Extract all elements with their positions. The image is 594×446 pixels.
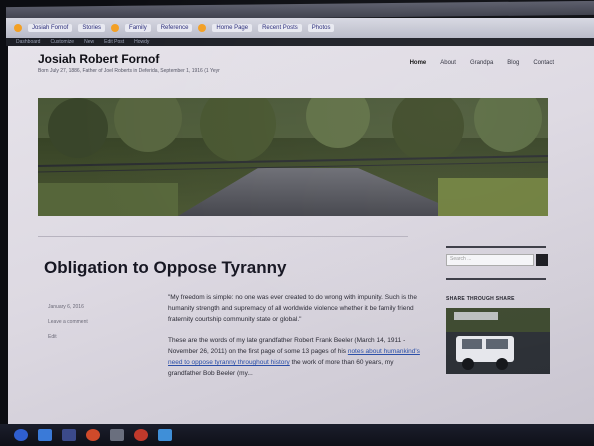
site-title[interactable]: Josiah Robert Fornof <box>38 52 159 66</box>
sidebar-divider <box>446 246 546 248</box>
nav-item-home[interactable]: Home <box>410 60 427 66</box>
search-button[interactable] <box>536 254 548 266</box>
sidebar-divider <box>446 278 546 280</box>
bookmark-item[interactable]: Photos <box>307 24 335 32</box>
bookmark-item[interactable]: Home Page <box>212 24 253 32</box>
admin-bar-item[interactable]: Edit Post <box>104 39 124 45</box>
post-meta: January 6, 2016 Leave a comment Edit <box>48 304 118 349</box>
bookmarks-bar: Josiah Fornof Stories Family Reference H… <box>6 18 594 38</box>
nav-item-contact[interactable]: Contact <box>533 60 554 66</box>
admin-bar-item[interactable]: New <box>84 39 94 45</box>
bookmark-item[interactable]: Stories <box>78 24 106 32</box>
divider <box>38 236 408 237</box>
post-quote: "My freedom is simple: no one was ever c… <box>168 294 417 323</box>
start-icon[interactable] <box>14 429 28 441</box>
nav-item-blog[interactable]: Blog <box>507 60 519 66</box>
media-icon[interactable] <box>134 429 148 441</box>
web-page: Josiah Robert Fornof Born July 27, 1886,… <box>8 46 594 424</box>
nav-item-about[interactable]: About <box>440 60 456 66</box>
admin-bar-item[interactable]: Customize <box>50 39 74 45</box>
ie-icon[interactable] <box>158 429 172 441</box>
bookmark-item[interactable]: Reference <box>156 24 193 32</box>
browser-icon[interactable] <box>86 429 100 441</box>
bookmark-icon <box>111 24 120 32</box>
site-subtitle: Born July 27, 1886, Father of Joel Rober… <box>38 68 220 74</box>
admin-bar: Dashboard Customize New Edit Post Howdy <box>6 38 594 46</box>
search-input[interactable]: Search ... <box>446 254 534 266</box>
bookmark-item[interactable]: Recent Posts <box>258 24 302 32</box>
nav-item-grandpa[interactable]: Grandpa <box>470 60 493 66</box>
bookmark-item[interactable]: Josiah Fornof <box>28 24 73 32</box>
bookmark-icon <box>14 24 22 32</box>
widget-title: SHARE THROUGH SHARE <box>446 296 515 302</box>
comment-link[interactable]: Leave a comment <box>48 319 118 325</box>
bookmark-icon <box>198 24 207 32</box>
widget-image[interactable] <box>446 308 550 374</box>
app-icon[interactable] <box>110 429 124 441</box>
folder-icon[interactable] <box>62 429 76 441</box>
post-date[interactable]: January 6, 2016 <box>48 304 118 310</box>
explorer-icon[interactable] <box>38 429 52 441</box>
post-paragraph: These are the words of my late grandfath… <box>168 335 428 379</box>
admin-bar-item[interactable]: Howdy <box>134 39 149 45</box>
main-nav: Home About Grandpa Blog Contact <box>410 60 554 66</box>
header-image <box>38 98 548 216</box>
post-title[interactable]: Obligation to Oppose Tyranny <box>44 258 286 278</box>
taskbar <box>0 424 594 446</box>
post-body: "My freedom is simple: no one was ever c… <box>168 292 428 389</box>
admin-bar-item[interactable]: Dashboard <box>16 39 40 45</box>
bookmark-item[interactable]: Family <box>125 24 151 32</box>
edit-link[interactable]: Edit <box>48 334 118 340</box>
